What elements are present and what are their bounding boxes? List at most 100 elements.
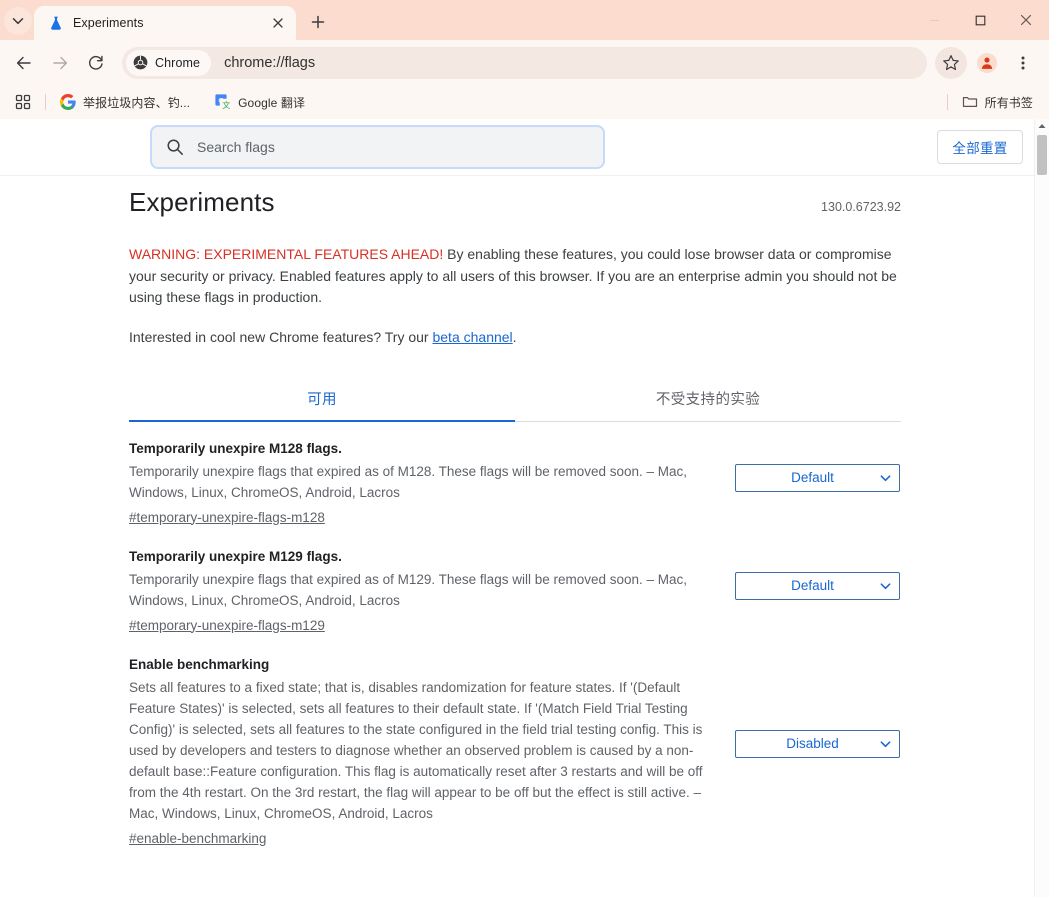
bookmarks-divider bbox=[946, 94, 948, 110]
warning-headline: WARNING: EXPERIMENTAL FEATURES AHEAD! bbox=[129, 246, 444, 262]
bookmark-item[interactable]: G 文 Google 翻译 bbox=[210, 90, 313, 114]
select-holder: Default Enabled Disabled bbox=[735, 463, 900, 492]
minimize-icon bbox=[929, 19, 939, 21]
maximize-button[interactable] bbox=[957, 0, 1003, 40]
tab-search-button[interactable] bbox=[4, 7, 32, 35]
flag-entry: Temporarily unexpire M129 flags. Tempora… bbox=[129, 528, 901, 636]
close-icon bbox=[273, 18, 283, 28]
flags-list: Temporarily unexpire M128 flags. Tempora… bbox=[129, 422, 901, 849]
chrome-version: 130.0.6723.92 bbox=[821, 200, 901, 214]
tab-available[interactable]: 可用 bbox=[129, 377, 515, 422]
flag-title: Enable benchmarking bbox=[129, 656, 270, 672]
tab-close-button[interactable] bbox=[268, 13, 288, 33]
chevron-up-icon bbox=[1038, 124, 1046, 128]
bookmarks-divider bbox=[45, 94, 46, 110]
flags-search-header: 全部重置 bbox=[0, 119, 1049, 176]
beta-suffix-text: . bbox=[512, 328, 517, 345]
search-icon bbox=[167, 139, 183, 155]
flag-entry: Temporarily unexpire M128 flags. Tempora… bbox=[129, 422, 901, 528]
flask-icon bbox=[51, 16, 61, 30]
select-holder: Disabled Default Enabled bbox=[735, 729, 900, 758]
flag-permalink[interactable]: #enable-benchmarking bbox=[129, 828, 266, 849]
omnibox-url-text: chrome://flags bbox=[224, 54, 316, 71]
flag-control: Default Enabled Disabled bbox=[726, 547, 901, 600]
apps-shortcut-button[interactable] bbox=[10, 89, 36, 115]
page-title-row: Experiments 130.0.6723.92 bbox=[129, 187, 901, 218]
avatar bbox=[977, 52, 997, 73]
flag-control: Default Enabled Disabled bbox=[726, 439, 901, 492]
flag-description: Sets all features to a fixed state; that… bbox=[129, 679, 703, 821]
forward-button[interactable] bbox=[44, 47, 76, 79]
bookmarks-bar: 举报垃圾内容、钓... G 文 Google 翻译 所有书签 bbox=[0, 85, 1049, 119]
reset-all-button[interactable]: 全部重置 bbox=[937, 130, 1023, 164]
reload-button[interactable] bbox=[80, 47, 112, 79]
google-translate-icon: G 文 bbox=[215, 94, 231, 110]
page-viewport: 全部重置 Experiments 130.0.6723.92 WARNING: … bbox=[0, 119, 1049, 897]
three-dots-icon bbox=[1021, 56, 1025, 69]
page-title: Experiments bbox=[129, 187, 275, 217]
flag-text: Enable benchmarking Sets all features to… bbox=[129, 655, 726, 849]
flag-text: Temporarily unexpire M128 flags. Tempora… bbox=[129, 439, 726, 528]
flag-permalink[interactable]: #temporary-unexpire-flags-m128 bbox=[129, 507, 325, 528]
bookmark-label: 举报垃圾内容、钓... bbox=[83, 95, 191, 110]
arrow-right-icon bbox=[53, 56, 68, 69]
browser-menu-button[interactable] bbox=[1007, 47, 1039, 79]
flag-entry: Enable benchmarking Sets all features to… bbox=[129, 636, 901, 849]
tab-unsupported[interactable]: 不受支持的实验 bbox=[515, 377, 901, 421]
flags-tablist: 可用 不受支持的实验 bbox=[129, 377, 901, 422]
browser-tab[interactable]: Experiments bbox=[34, 6, 296, 40]
close-window-button[interactable] bbox=[1003, 0, 1049, 40]
apps-grid-icon bbox=[15, 94, 31, 110]
flags-scroll-area: Experiments 130.0.6723.92 WARNING: EXPER… bbox=[0, 176, 1034, 897]
scrollbar-track[interactable] bbox=[1035, 133, 1049, 883]
warning-paragraph: WARNING: EXPERIMENTAL FEATURES AHEAD! By… bbox=[129, 244, 901, 309]
close-icon bbox=[1020, 14, 1032, 26]
search-flags-container[interactable] bbox=[150, 125, 605, 169]
chrome-logo-icon bbox=[133, 55, 148, 70]
omnibox[interactable]: Chrome chrome://flags bbox=[122, 46, 927, 79]
beta-prefix-text: Interested in cool new Chrome features? … bbox=[129, 328, 433, 345]
reload-icon bbox=[89, 55, 103, 70]
flags-content: Experiments 130.0.6723.92 WARNING: EXPER… bbox=[129, 176, 901, 849]
flag-state-select[interactable]: Default Enabled Disabled bbox=[735, 571, 900, 600]
flag-control: Disabled Default Enabled bbox=[726, 655, 901, 758]
window-controls bbox=[911, 0, 1049, 40]
person-icon bbox=[981, 57, 993, 69]
profile-button[interactable] bbox=[971, 47, 1003, 79]
flag-state-select[interactable]: Disabled Default Enabled bbox=[735, 729, 900, 758]
browser-window: Experiments Chrome chrome://flags 举报垃圾内容… bbox=[0, 0, 1049, 897]
scrollbar-thumb[interactable] bbox=[1037, 135, 1047, 175]
bookmark-item[interactable]: 举报垃圾内容、钓... bbox=[55, 90, 198, 114]
bookmark-label: Google 翻译 bbox=[238, 95, 306, 110]
flag-description: Temporarily unexpire flags that expired … bbox=[129, 463, 688, 500]
new-tab-button[interactable] bbox=[304, 8, 332, 36]
all-bookmarks-button[interactable]: 所有书签 bbox=[957, 90, 1041, 114]
select-holder: Default Enabled Disabled bbox=[735, 571, 900, 600]
search-input[interactable] bbox=[197, 139, 589, 155]
svg-text:文: 文 bbox=[222, 100, 230, 110]
plus-icon bbox=[311, 15, 325, 29]
tab-strip: Experiments bbox=[0, 0, 1049, 40]
minimize-button[interactable] bbox=[911, 0, 957, 40]
flag-description: Temporarily unexpire flags that expired … bbox=[129, 571, 688, 608]
flag-title: Temporarily unexpire M128 flags. bbox=[129, 440, 342, 456]
chevron-down-icon bbox=[12, 18, 24, 25]
flag-text: Temporarily unexpire M129 flags. Tempora… bbox=[129, 547, 726, 636]
star-icon bbox=[943, 54, 959, 70]
flag-permalink[interactable]: #temporary-unexpire-flags-m129 bbox=[129, 615, 325, 636]
maximize-icon bbox=[975, 15, 985, 25]
all-bookmarks-label: 所有书签 bbox=[984, 95, 1033, 110]
browser-toolbar: Chrome chrome://flags bbox=[0, 40, 1049, 85]
flag-state-select[interactable]: Default Enabled Disabled bbox=[735, 463, 900, 492]
scroll-up-button[interactable] bbox=[1035, 119, 1049, 133]
back-button[interactable] bbox=[8, 47, 40, 79]
beta-channel-link[interactable]: beta channel bbox=[432, 329, 512, 345]
google-g-icon bbox=[60, 94, 76, 110]
bookmarks-bar-right: 所有书签 bbox=[938, 85, 1041, 119]
bookmark-button[interactable] bbox=[935, 46, 967, 79]
tab-title: Experiments bbox=[73, 16, 144, 30]
vertical-scrollbar[interactable] bbox=[1034, 119, 1049, 897]
omnibox-chip-label: Chrome bbox=[155, 55, 201, 70]
arrow-left-icon bbox=[16, 56, 31, 69]
flag-title: Temporarily unexpire M129 flags. bbox=[129, 548, 342, 564]
